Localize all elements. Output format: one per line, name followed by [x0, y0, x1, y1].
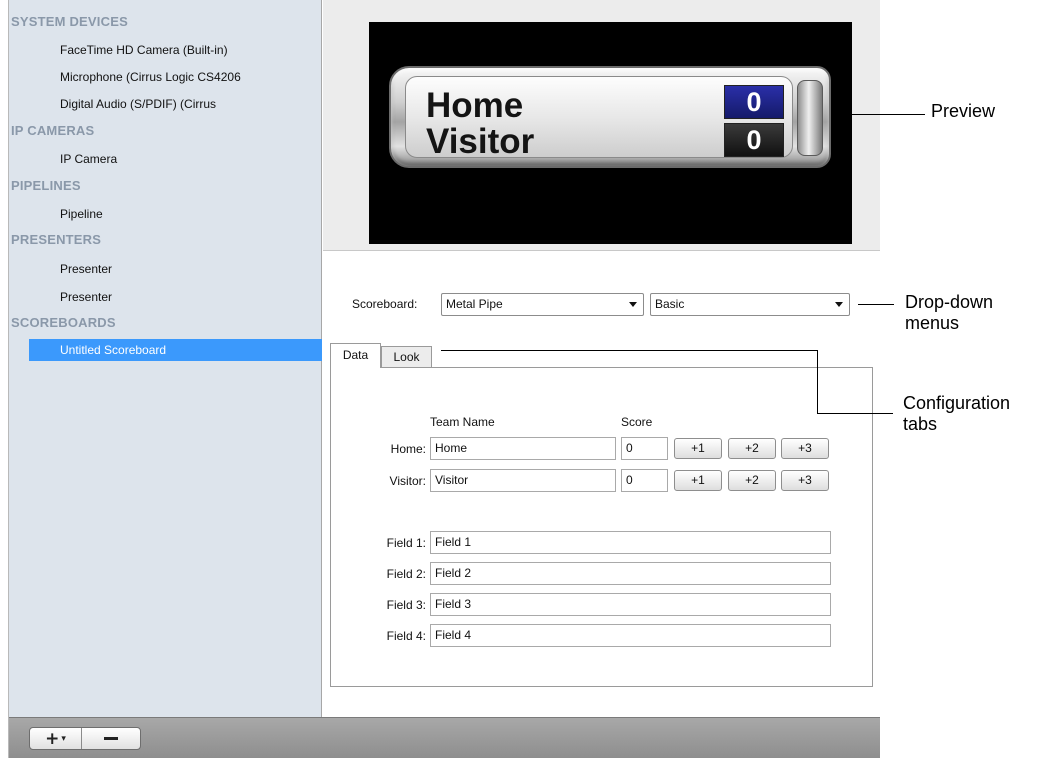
preview-visitor-name: Visitor — [426, 122, 535, 161]
home-team-name-input[interactable]: Home — [430, 437, 616, 460]
callout-preview: Preview — [931, 101, 996, 121]
add-remove-button-group: + ▾ — [29, 727, 141, 750]
scoreboard-variant-dropdown[interactable]: Basic — [650, 293, 850, 316]
section-header-pipelines: PIPELINES — [11, 178, 81, 193]
field-3-label: Field 3: — [386, 598, 426, 612]
section-header-system-devices: SYSTEM DEVICES — [11, 14, 128, 29]
remove-button[interactable] — [82, 728, 140, 749]
add-button[interactable]: + ▾ — [30, 728, 82, 749]
callout-tabs-line2: tabs — [903, 414, 938, 434]
field-1-label: Field 1: — [386, 536, 426, 550]
sidebar-item-microphone[interactable]: Microphone (Cirrus Logic CS4206 — [29, 66, 322, 88]
caret-down-icon: ▾ — [61, 733, 66, 744]
sidebar-item-ip-camera[interactable]: IP Camera — [29, 148, 322, 170]
home-label: Home: — [390, 442, 426, 456]
visitor-plus-3-button[interactable]: +3 — [781, 470, 829, 491]
field-1-input[interactable]: Field 1 — [430, 531, 831, 554]
field-2-label: Field 2: — [386, 567, 426, 581]
column-header-score: Score — [621, 415, 653, 429]
preview-visitor-score: 0 — [724, 123, 784, 157]
sidebar-item-untitled-scoreboard[interactable]: Untitled Scoreboard — [29, 339, 322, 361]
home-plus-3-button[interactable]: +3 — [781, 438, 829, 459]
callout-line-tabs-vertical — [817, 350, 818, 413]
home-plus-1-button[interactable]: +1 — [674, 438, 722, 459]
tab-data[interactable]: Data — [330, 343, 381, 368]
scoreboard-graphic: Home Visitor 0 0 — [389, 66, 831, 168]
chevron-down-icon — [629, 302, 637, 307]
callout-dropdowns-line1: Drop-down — [905, 292, 994, 312]
field-3-input[interactable]: Field 3 — [430, 593, 831, 616]
plus-icon: + — [45, 728, 60, 749]
app-window: SYSTEM DEVICES FaceTime HD Camera (Built… — [8, 0, 880, 758]
preview-home-name: Home — [426, 86, 524, 125]
minus-icon — [104, 737, 118, 740]
section-header-presenters: PRESENTERS — [11, 232, 102, 247]
visitor-plus-2-button[interactable]: +2 — [728, 470, 776, 491]
preview-home-score: 0 — [724, 85, 784, 119]
preview-area: Home Visitor 0 0 — [323, 0, 880, 251]
scoreboard-style-dropdown[interactable]: Metal Pipe — [441, 293, 644, 316]
callout-line-dropdowns — [858, 304, 894, 305]
preview-video: Home Visitor 0 0 — [369, 22, 852, 244]
sidebar-item-digital-audio[interactable]: Digital Audio (S/PDIF) (Cirrus — [29, 93, 322, 115]
chevron-down-icon — [835, 302, 843, 307]
column-header-team-name: Team Name — [430, 415, 495, 429]
tab-look[interactable]: Look — [381, 346, 432, 368]
sidebar-item-facetime-camera[interactable]: FaceTime HD Camera (Built-in) — [29, 39, 322, 61]
section-header-scoreboards: SCOREBOARDS — [11, 315, 116, 330]
sidebar-item-pipeline[interactable]: Pipeline — [29, 203, 322, 225]
scoreboard-variant-value: Basic — [655, 297, 685, 311]
sidebar-item-presenter-1[interactable]: Presenter — [29, 258, 322, 280]
visitor-label: Visitor: — [389, 474, 426, 488]
callout-tabs-line1: Configuration — [903, 393, 1011, 413]
data-tab-panel: Team Name Score Home: Home 0 +1 +2 +3 Vi… — [330, 367, 873, 687]
field-4-label: Field 4: — [386, 629, 426, 643]
callout-line-tabs-horizontal — [441, 350, 818, 351]
sidebar-item-presenter-2[interactable]: Presenter — [29, 286, 322, 308]
home-score-input[interactable]: 0 — [621, 437, 668, 460]
scoreboard-face: Home Visitor 0 0 — [405, 76, 793, 161]
callout-line-preview — [841, 114, 925, 115]
section-header-ip-cameras: IP CAMERAS — [11, 123, 95, 138]
sidebar: SYSTEM DEVICES FaceTime HD Camera (Built… — [9, 0, 322, 717]
main-panel: Home Visitor 0 0 Scoreboard: Metal Pipe … — [323, 0, 880, 717]
field-2-input[interactable]: Field 2 — [430, 562, 831, 585]
scoreboard-style-value: Metal Pipe — [446, 297, 503, 311]
visitor-team-name-input[interactable]: Visitor — [430, 469, 616, 492]
visitor-score-input[interactable]: 0 — [621, 469, 668, 492]
visitor-plus-1-button[interactable]: +1 — [674, 470, 722, 491]
bottom-toolbar: + ▾ — [9, 717, 880, 758]
scoreboard-end-cap — [797, 80, 823, 156]
scoreboard-label: Scoreboard: — [352, 297, 418, 311]
field-4-input[interactable]: Field 4 — [430, 624, 831, 647]
callout-line-tabs-horizontal-2 — [817, 413, 893, 414]
home-plus-2-button[interactable]: +2 — [728, 438, 776, 459]
callout-dropdowns-line2: menus — [905, 313, 960, 333]
